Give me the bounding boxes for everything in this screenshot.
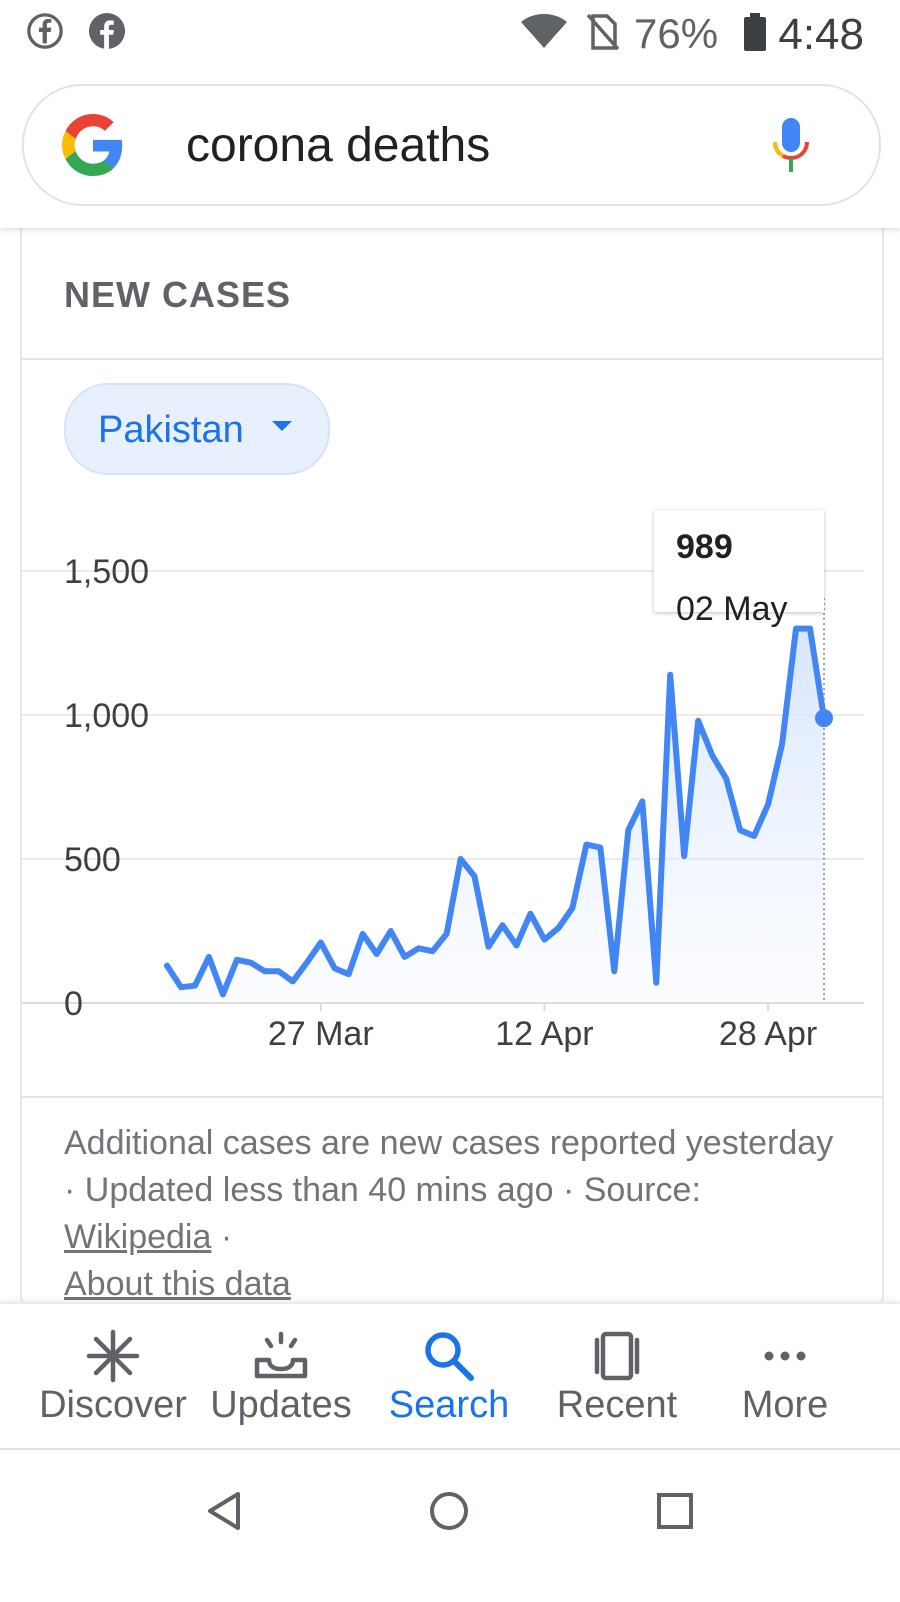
facebook-icon [27, 13, 63, 49]
recent-cards-icon [594, 1331, 640, 1381]
tooltip-date: 02 May [676, 590, 788, 628]
y-tick-label: 500 [64, 841, 121, 879]
system-navigation-bar [0, 1448, 900, 1602]
nav-label: Updates [210, 1384, 352, 1426]
dropdown-caret-icon [272, 421, 292, 431]
inbox-tray-icon [254, 1331, 308, 1379]
card-title: NEW CASES [64, 274, 292, 315]
search-box[interactable]: corona deaths [22, 84, 881, 206]
nav-label: Recent [556, 1384, 678, 1426]
overview-square-icon[interactable] [650, 1486, 700, 1536]
area-fill [167, 628, 824, 1003]
search-icon [425, 1332, 474, 1381]
divider [22, 358, 882, 360]
about-data-link[interactable]: About this data [64, 1265, 291, 1303]
microphone-icon[interactable] [770, 116, 812, 176]
new-cases-card: NEW CASES Pakistan 0 500 1,000 1,500 27 Mar 1… [20, 228, 884, 1310]
x-tick-label: 28 Apr [719, 1015, 817, 1053]
nav-more[interactable]: More [700, 1304, 870, 1444]
nav-label: More [741, 1384, 829, 1426]
nav-discover[interactable]: Discover [28, 1304, 198, 1444]
y-tick-label: 1,500 [64, 553, 149, 591]
chart-tooltip: 989 02 May [654, 510, 824, 628]
status-bar: 76% 4:48 [0, 0, 900, 70]
nav-recent[interactable]: Recent [532, 1304, 702, 1444]
wifi-icon [521, 14, 567, 48]
region-dropdown[interactable]: Pakistan [64, 383, 330, 475]
y-tick-label: 0 [64, 985, 83, 1023]
nav-label: Discover [39, 1384, 187, 1426]
clock-time: 4:48 [778, 10, 864, 59]
back-triangle-icon[interactable] [200, 1486, 250, 1536]
bottom-navigation: Discover Updates Search Recent More [0, 1302, 900, 1448]
battery-percent: 76% [634, 10, 719, 57]
asterisk-icon [86, 1329, 140, 1383]
search-header: corona deaths [0, 70, 900, 228]
divider [22, 1096, 882, 1098]
search-input[interactable]: corona deaths [186, 118, 490, 173]
highlight-point [815, 709, 833, 728]
footnote-text: Additional cases are new cases reported … [64, 1124, 834, 1209]
battery-icon [744, 13, 766, 51]
data-footnote: Additional cases are new cases reported … [64, 1120, 844, 1308]
wikipedia-link[interactable]: Wikipedia [64, 1218, 211, 1256]
more-dots-icon [764, 1351, 806, 1361]
facebook-icon [88, 12, 126, 50]
region-dropdown-label: Pakistan [98, 409, 244, 451]
nav-label: Search [388, 1384, 510, 1426]
x-tick-label: 12 Apr [495, 1015, 593, 1053]
google-logo-icon[interactable] [62, 114, 124, 176]
x-tick-label: 27 Mar [268, 1015, 374, 1053]
tooltip-value: 989 [676, 528, 733, 566]
y-tick-label: 1,000 [64, 697, 149, 735]
nav-updates[interactable]: Updates [196, 1304, 366, 1444]
no-sim-icon [586, 13, 620, 51]
nav-search[interactable]: Search [364, 1304, 534, 1444]
home-circle-icon[interactable] [424, 1486, 474, 1536]
footnote-separator: · [211, 1218, 233, 1256]
